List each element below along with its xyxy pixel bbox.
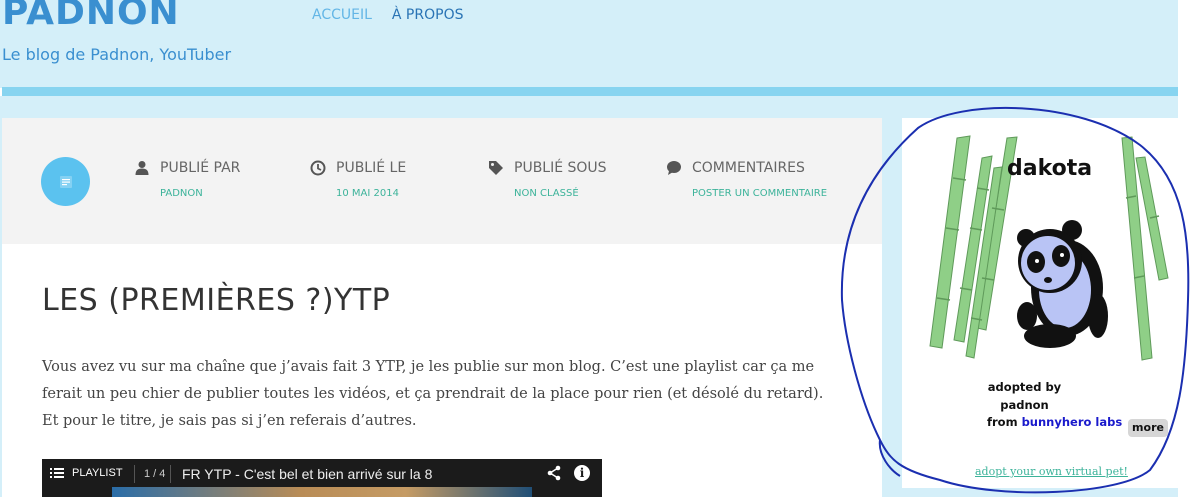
playlist-icon — [50, 468, 64, 478]
comment-icon — [667, 161, 681, 175]
video-title[interactable]: FR YTP - C'est bel et bien arrivé sur la… — [182, 466, 432, 482]
header-divider — [2, 87, 1178, 96]
more-button[interactable]: more — [1128, 419, 1168, 437]
post-content: PUBLIÉ PAR PADNON PUBLIÉ LE 10 MAI 2014 … — [2, 118, 882, 497]
tag-icon — [489, 161, 503, 175]
panda-icon — [1017, 220, 1108, 348]
divider — [170, 465, 171, 483]
post-meta-band: PUBLIÉ PAR PADNON PUBLIÉ LE 10 MAI 2014 … — [2, 118, 882, 244]
playlist-label: PLAYLIST — [72, 467, 123, 479]
youtube-playlist-embed[interactable]: PLAYLIST 1 / 4 FR YTP - C'est bel et bie… — [42, 459, 602, 497]
nav-item-accueil[interactable]: ACCUEIL — [312, 7, 372, 23]
site-tagline: Le blog de Padnon, YouTuber — [2, 45, 232, 64]
nav-item-a-propos[interactable]: À PROPOS — [392, 7, 464, 23]
post-title: LES (PREMIÈRES ?)YTP — [42, 283, 391, 318]
virtual-pet-widget[interactable]: dakota adopted by padnon from bunnyhero … — [902, 118, 1178, 488]
meta-author-label: PUBLIÉ PAR — [160, 160, 241, 176]
info-icon[interactable]: i — [574, 465, 590, 481]
meta-comments-value[interactable]: POSTER UN COMMENTAIRE — [692, 188, 827, 199]
pet-name: dakota — [1007, 156, 1093, 181]
site-header: PADNON Le blog de Padnon, YouTuber ACCUE… — [0, 0, 1178, 88]
from-line: from bunnyhero labs — [987, 415, 1122, 429]
adopted-by-label: adopted by — [987, 380, 1062, 394]
playlist-button[interactable]: PLAYLIST — [50, 467, 123, 479]
site-title[interactable]: PADNON — [2, 0, 180, 33]
meta-date-value[interactable]: 10 MAI 2014 — [336, 188, 399, 199]
meta-date-label: PUBLIÉ LE — [336, 160, 407, 176]
divider — [134, 465, 135, 483]
main-nav: ACCUEIL À PROPOS — [312, 7, 463, 23]
adopter-name: padnon — [1000, 398, 1049, 412]
video-thumbnail[interactable] — [112, 487, 532, 497]
meta-category-label: PUBLIÉ SOUS — [514, 160, 607, 176]
meta-comments-label: COMMENTAIRES — [692, 160, 805, 176]
playlist-count: 1 / 4 — [144, 468, 166, 480]
meta-author-value[interactable]: PADNON — [160, 188, 203, 199]
adopt-pet-link[interactable]: adopt your own virtual pet! — [975, 465, 1128, 478]
user-icon — [135, 161, 149, 175]
brand-link[interactable]: bunnyhero labs — [1022, 415, 1123, 429]
from-label: from — [987, 415, 1018, 429]
clock-icon — [310, 160, 326, 176]
document-icon — [41, 157, 90, 206]
share-icon[interactable] — [546, 465, 562, 481]
post-body: Vous avez vu sur ma chaîne que j’avais f… — [42, 359, 824, 429]
meta-category-value[interactable]: NON CLASSÉ — [514, 188, 579, 199]
